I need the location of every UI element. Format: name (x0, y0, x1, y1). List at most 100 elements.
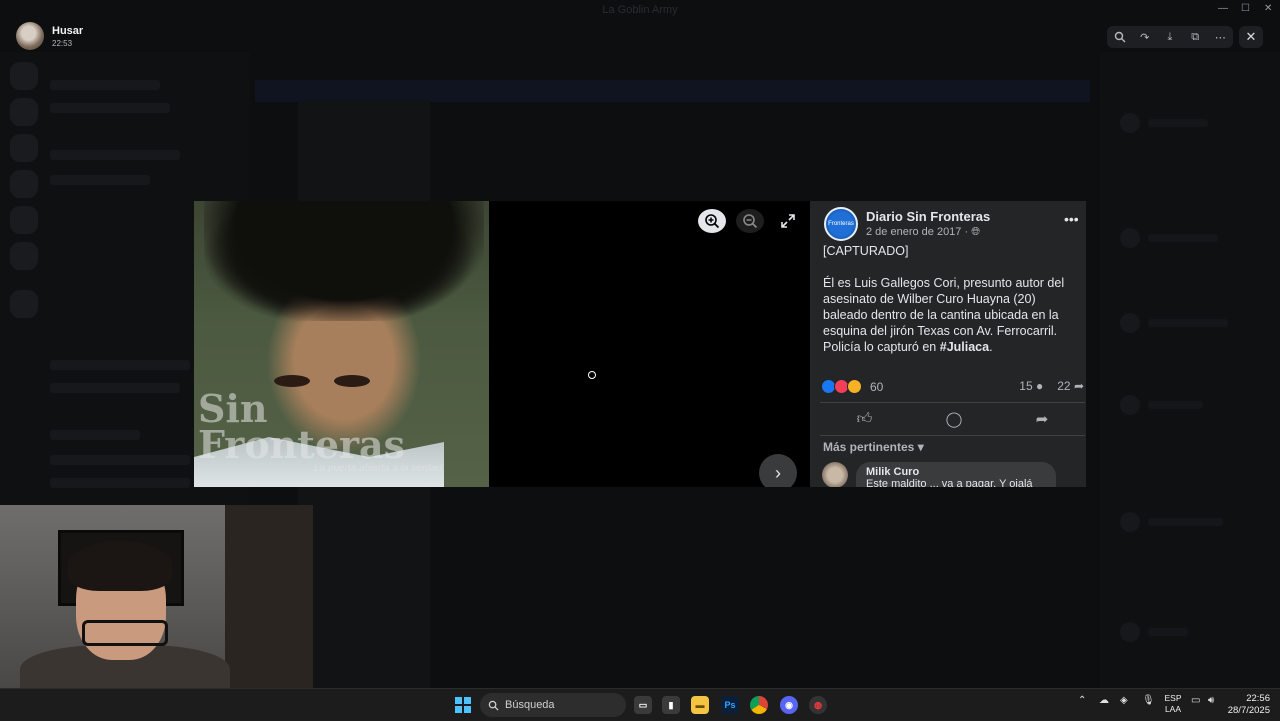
photoshop-icon[interactable]: Ps (721, 696, 739, 714)
engagement-counts: 15 ● 22 ➦ (1019, 379, 1084, 393)
more-options-icon[interactable]: ••• (1064, 211, 1079, 227)
viewer-toolbar: ↷ ⤓ ⧉ ⋯ (1107, 26, 1233, 48)
page-logo[interactable]: Fronteras (824, 207, 858, 241)
channel-item (50, 478, 190, 488)
comment-author[interactable]: Milik Curo (866, 466, 1046, 478)
taskbar-search[interactable]: Búsqueda (480, 693, 626, 717)
server-icon (10, 242, 38, 270)
share-count-value: 22 (1057, 379, 1071, 393)
post-action-bar: 👍︎ ◯ ➦ (820, 402, 1085, 436)
post-tagline: [CAPTURADO] (823, 244, 909, 258)
windows-start-icon[interactable] (455, 697, 471, 713)
channel-item (50, 455, 190, 465)
minimize-icon[interactable]: — (1218, 3, 1228, 14)
like-button-icon[interactable]: 👍︎ (857, 410, 873, 428)
comment-count[interactable]: 15 ● (1019, 379, 1043, 393)
discord-icon[interactable]: ◉ (780, 696, 798, 714)
member-avatar (1120, 512, 1140, 532)
zoom-out-icon[interactable] (736, 209, 764, 233)
task-view-icon[interactable]: ▭ (634, 696, 652, 714)
page-name[interactable]: Diario Sin Fronteras (866, 209, 990, 224)
post-photo: Sin Fronteras La puerta abierta a la ver… (194, 201, 489, 487)
window-title: La Goblin Army (602, 4, 678, 16)
avatar (16, 22, 44, 50)
next-photo-button[interactable]: › (759, 454, 797, 487)
photo-hair (204, 201, 484, 321)
security-icon[interactable]: ◈ (1120, 695, 1128, 706)
language-indicator[interactable]: ESP LAA (1162, 693, 1184, 715)
watermark-tagline: La puerta abierta a la verdad (314, 463, 442, 474)
chevron-up-icon[interactable]: ⌃ (1078, 695, 1086, 706)
channel-item (50, 80, 160, 90)
keyboard-layout: LAA (1164, 704, 1182, 714)
hashtag-link[interactable]: #Juliaca (940, 340, 989, 354)
member-avatar (1120, 395, 1140, 415)
post-date-text: 2 de enero de 2017 · (866, 226, 972, 238)
file-explorer-icon[interactable]: ▬ (691, 696, 709, 714)
globe-icon: 🌐︎ (971, 226, 981, 238)
download-icon[interactable]: ⤓ (1161, 28, 1179, 46)
search-icon (488, 700, 499, 711)
reply-icon[interactable]: ↷ (1136, 28, 1154, 46)
member-name (1148, 234, 1218, 242)
reaction-count: 60 (870, 379, 884, 394)
comment-count-value: 15 (1019, 379, 1033, 393)
more-icon[interactable]: ⋯ (1211, 28, 1229, 46)
share-count[interactable]: 22 ➦ (1057, 379, 1084, 393)
member-name (1148, 628, 1188, 636)
post-body: [CAPTURADO] Él es Luis Gallegos Cori, pr… (823, 243, 1078, 371)
chrome-icon[interactable] (750, 696, 768, 714)
server-icon (10, 62, 38, 90)
window-close-icon[interactable]: ✕ (1264, 3, 1272, 14)
server-icon (10, 170, 38, 198)
post-body-end: . (989, 340, 993, 354)
zoom-icon[interactable] (1111, 28, 1129, 46)
comment-sort-dropdown[interactable]: Más pertinentes ▾ (823, 440, 924, 454)
member-avatar (1120, 113, 1140, 133)
comment-text: Este maldito ... va a pagar. Y ojalá (866, 478, 1033, 487)
webcam-wardrobe (225, 505, 313, 688)
comment-button-icon[interactable]: ◯ (946, 410, 963, 428)
share-count-icon: ➦ (1073, 379, 1084, 393)
photo-eye (334, 375, 370, 387)
clock-date: 28/7/2025 (1227, 705, 1270, 716)
comment-item: Milik Curo Este maldito ... va a pagar. … (822, 462, 1056, 487)
app-icon[interactable]: ▮ (662, 696, 680, 714)
member-avatar (1120, 228, 1140, 248)
server-icon (10, 290, 38, 318)
channel-item (50, 175, 150, 185)
photo-eye (274, 375, 310, 387)
share-button-icon[interactable]: ➦ (1036, 410, 1049, 428)
reactions-summary[interactable]: 60 (821, 379, 883, 394)
channel-item (50, 360, 190, 370)
app-icon[interactable]: ◍ (809, 696, 827, 714)
cloud-icon[interactable]: ☁︎ (1099, 695, 1109, 706)
photo-zoom-controls (698, 209, 802, 233)
taskbar: Búsqueda ▭ ▮ ▬ Ps ◉ ◍ ⌃ ☁︎ ◈ 🎙︎ ESP LAA … (0, 688, 1280, 721)
fullscreen-icon[interactable] (774, 209, 802, 233)
member-name (1148, 119, 1208, 127)
channel-banner (255, 80, 1090, 102)
uploader-info: Husar 22:53 (16, 22, 83, 50)
close-viewer-button[interactable]: ✕ (1239, 26, 1263, 48)
comment-avatar[interactable] (822, 462, 848, 487)
server-icon (10, 98, 38, 126)
volume-icon[interactable]: 🔊︎ (1208, 695, 1214, 706)
member-name (1148, 319, 1228, 327)
channel-item (50, 430, 140, 440)
webcam-glasses (82, 620, 168, 646)
webcam-overlay (0, 505, 313, 688)
maximize-icon[interactable]: ☐ (1241, 3, 1250, 14)
search-placeholder: Búsqueda (505, 699, 555, 711)
channel-item (50, 150, 180, 160)
channel-item (50, 383, 180, 393)
wow-reaction-icon (847, 379, 862, 394)
clock-time: 22:56 (1246, 693, 1270, 704)
microphone-icon[interactable]: 🎙︎ (1142, 695, 1155, 706)
taskbar-clock[interactable]: 22:56 28/7/2025 (1222, 693, 1270, 717)
zoom-in-icon[interactable] (698, 209, 726, 233)
open-external-icon[interactable]: ⧉ (1186, 28, 1204, 46)
network-icon[interactable]: ▭ (1191, 695, 1200, 706)
post-date[interactable]: 2 de enero de 2017 · 🌐︎ (866, 226, 990, 239)
member-name (1148, 401, 1203, 409)
